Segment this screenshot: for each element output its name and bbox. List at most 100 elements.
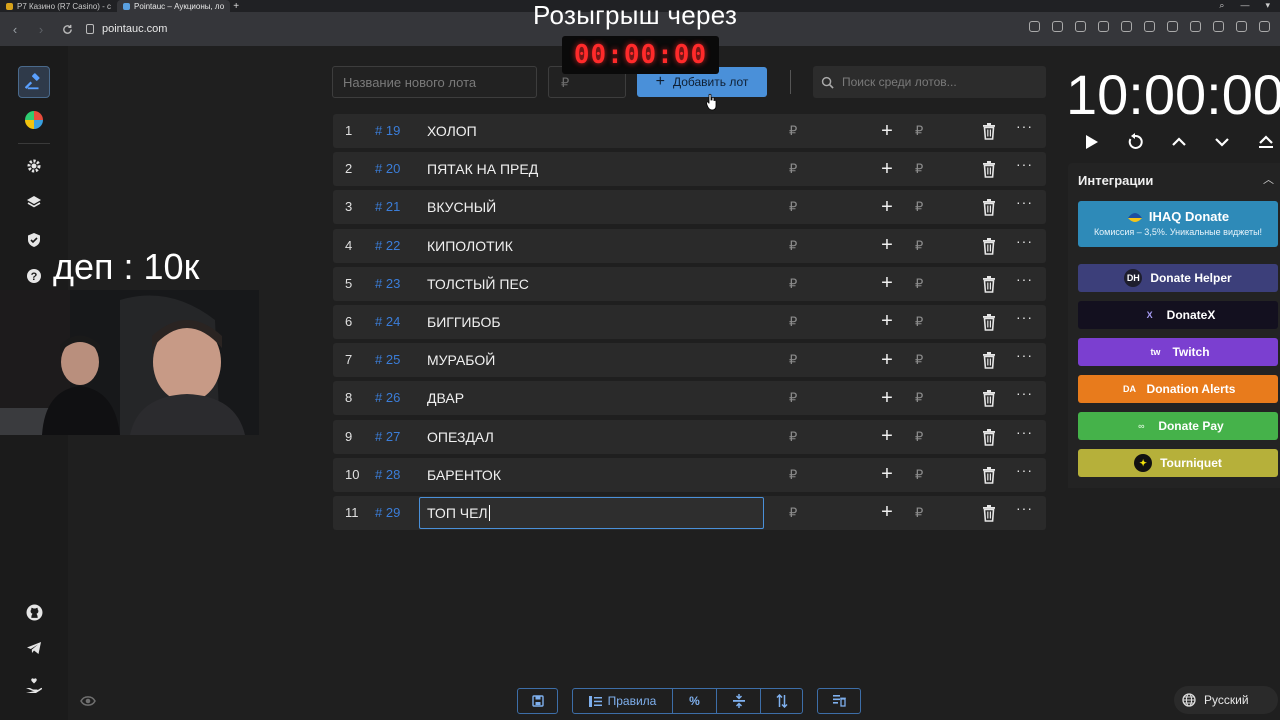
- lot-amount[interactable]: ₽: [789, 199, 797, 215]
- more-options-icon[interactable]: ···: [1016, 462, 1033, 478]
- more-options-icon[interactable]: ···: [1016, 194, 1033, 210]
- reload-icon[interactable]: [56, 18, 78, 40]
- reset-timer-button[interactable]: [1123, 130, 1147, 154]
- integration-button[interactable]: ∞ Donate Pay: [1078, 412, 1278, 440]
- trash-icon[interactable]: [981, 122, 997, 140]
- lot-title[interactable]: МУРАБОЙ: [427, 352, 495, 368]
- sidebar-item-help[interactable]: ?: [18, 260, 50, 292]
- timer-max-button[interactable]: [1254, 130, 1278, 154]
- timer-decrease-button[interactable]: [1210, 130, 1234, 154]
- lot-amount[interactable]: ₽: [789, 505, 797, 521]
- more-options-icon[interactable]: ···: [1016, 424, 1033, 440]
- add-amount-button[interactable]: +: [878, 500, 896, 526]
- more-options-icon[interactable]: ···: [1016, 156, 1033, 172]
- add-amount-input[interactable]: ₽: [915, 238, 923, 254]
- add-amount-input[interactable]: ₽: [915, 123, 923, 139]
- language-selector[interactable]: Русский: [1174, 686, 1278, 714]
- url-field[interactable]: pointauc.com: [86, 23, 167, 35]
- more-options-icon[interactable]: ···: [1016, 233, 1033, 249]
- extension-icon[interactable]: [1098, 21, 1109, 32]
- lot-search-input[interactable]: [842, 75, 1042, 89]
- extension-icon[interactable]: [1075, 21, 1086, 32]
- percent-button[interactable]: %: [672, 689, 716, 713]
- browser-tab-active[interactable]: Pointauc – Аукционы, ло: [117, 0, 231, 12]
- add-amount-input[interactable]: ₽: [915, 505, 923, 521]
- add-amount-button[interactable]: +: [878, 424, 896, 450]
- ihaq-donate-button[interactable]: IHAQ Donate Комиссия – 3,5%. Уникальные …: [1078, 201, 1278, 247]
- lot-title[interactable]: БАРЕНТОК: [427, 467, 501, 483]
- play-icon[interactable]: [1121, 21, 1132, 32]
- sidebar-item-donate[interactable]: [18, 670, 50, 702]
- trash-icon[interactable]: [981, 313, 997, 331]
- extension-icon[interactable]: [1144, 21, 1155, 32]
- sidebar-item-auction[interactable]: [18, 66, 50, 98]
- sidebar-item-layers[interactable]: [18, 186, 50, 218]
- trash-icon[interactable]: [981, 198, 997, 217]
- trash-icon[interactable]: [981, 160, 997, 178]
- lot-amount[interactable]: ₽: [789, 123, 797, 139]
- integration-button[interactable]: X DonateX: [1078, 301, 1278, 329]
- lot-amount[interactable]: ₽: [789, 390, 797, 406]
- lot-title[interactable]: ПЯТАК НА ПРЕД: [427, 161, 538, 177]
- add-amount-button[interactable]: +: [878, 347, 896, 373]
- clear-lots-button[interactable]: [818, 689, 860, 713]
- add-amount-button[interactable]: +: [878, 385, 896, 411]
- new-lot-name-input[interactable]: [332, 66, 537, 98]
- lot-amount[interactable]: ₽: [789, 314, 797, 330]
- integration-button[interactable]: DH Donate Helper: [1078, 264, 1278, 292]
- menu-icon[interactable]: [1236, 21, 1247, 32]
- lot-title[interactable]: ДВАР: [427, 390, 464, 406]
- timer-increase-button[interactable]: [1167, 130, 1191, 154]
- play-button[interactable]: [1080, 130, 1104, 154]
- trash-icon[interactable]: [981, 389, 997, 408]
- integration-button[interactable]: ✦ Tourniquet: [1078, 449, 1278, 477]
- more-options-icon[interactable]: ···: [1016, 385, 1033, 401]
- lot-title[interactable]: ТОП ЧЕЛ: [427, 504, 490, 521]
- camera-icon[interactable]: [1052, 21, 1063, 32]
- lot-search[interactable]: [813, 66, 1046, 98]
- add-amount-button[interactable]: +: [878, 309, 896, 335]
- chevron-up-icon[interactable]: ︿: [1263, 171, 1274, 187]
- sort-button[interactable]: [760, 689, 802, 713]
- lot-title[interactable]: ТОЛСТЫЙ ПЕС: [427, 276, 529, 292]
- add-amount-input[interactable]: ₽: [915, 199, 923, 215]
- lot-title[interactable]: КИПОЛОТИК: [427, 238, 513, 254]
- add-amount-input[interactable]: ₽: [915, 467, 923, 483]
- add-amount-button[interactable]: +: [878, 194, 896, 220]
- new-tab-icon[interactable]: +: [230, 0, 242, 12]
- dropdown-icon[interactable]: ▾: [1265, 0, 1270, 11]
- trash-icon[interactable]: [981, 428, 997, 446]
- extension-icon[interactable]: [1029, 21, 1040, 32]
- trash-icon[interactable]: [981, 466, 997, 484]
- add-amount-button[interactable]: +: [878, 156, 896, 182]
- lot-title[interactable]: ХОЛОП: [427, 123, 477, 139]
- sidebar-item-telegram[interactable]: [18, 632, 50, 664]
- align-button[interactable]: [716, 689, 760, 713]
- lot-title[interactable]: ВКУСНЫЙ: [427, 199, 496, 215]
- rules-button[interactable]: Правила: [573, 689, 672, 713]
- add-amount-input[interactable]: ₽: [915, 429, 923, 445]
- lot-amount[interactable]: ₽: [789, 238, 797, 254]
- integration-button[interactable]: DA Donation Alerts: [1078, 375, 1278, 403]
- lot-title[interactable]: ОПЕЗДАЛ: [427, 429, 494, 445]
- download-icon[interactable]: [1190, 21, 1201, 32]
- add-amount-input[interactable]: ₽: [915, 276, 923, 292]
- add-amount-button[interactable]: +: [878, 233, 896, 259]
- add-amount-input[interactable]: ₽: [915, 390, 923, 406]
- lot-amount[interactable]: ₽: [789, 352, 797, 368]
- sidebar-item-github[interactable]: [18, 596, 50, 628]
- more-options-icon[interactable]: ···: [1016, 118, 1033, 134]
- browser-tab[interactable]: Р7 Казино (R7 Casino) - с: [0, 0, 117, 12]
- trash-icon[interactable]: [1213, 21, 1224, 32]
- add-amount-input[interactable]: ₽: [915, 352, 923, 368]
- back-icon[interactable]: ‹: [4, 18, 26, 40]
- integration-button[interactable]: tw Twitch: [1078, 338, 1278, 366]
- search-icon[interactable]: ⌕: [1219, 0, 1224, 11]
- trash-icon[interactable]: [981, 504, 997, 522]
- more-options-icon[interactable]: ···: [1016, 347, 1033, 363]
- save-button[interactable]: [518, 689, 557, 713]
- more-options-icon[interactable]: ···: [1016, 500, 1033, 516]
- lot-title[interactable]: БИГГИБОБ: [427, 314, 501, 330]
- sidebar-item-wheel[interactable]: [18, 104, 50, 136]
- lot-amount[interactable]: ₽: [789, 467, 797, 483]
